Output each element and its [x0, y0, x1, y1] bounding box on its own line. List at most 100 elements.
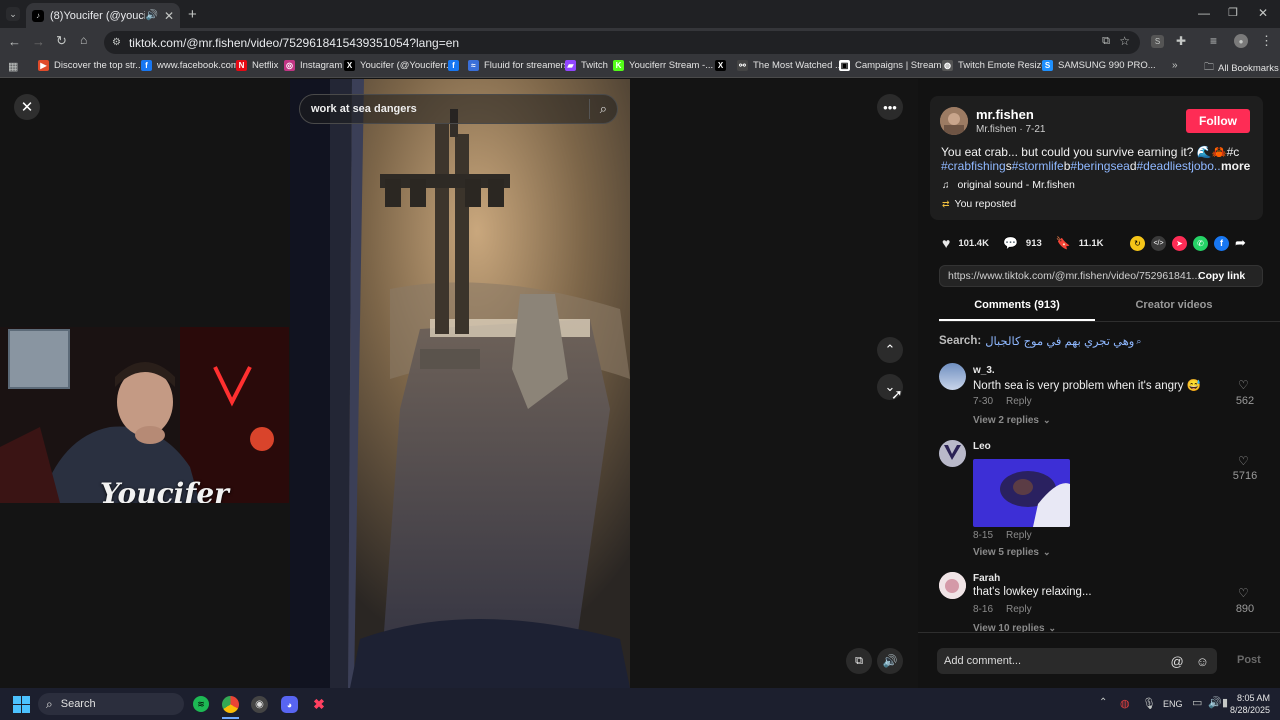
video-link-text[interactable]: https://www.tiktok.com/@mr.fishen/video/…	[948, 270, 1200, 282]
comment-reply-button[interactable]: Reply	[1006, 604, 1032, 615]
bookmark-item[interactable]: ▣ Campaigns | Stream...	[839, 60, 949, 71]
network-icon[interactable]: ▭	[1192, 696, 1202, 709]
tab-comments[interactable]: Comments (913)	[939, 299, 1095, 311]
comment-like-icon[interactable]: ♡	[1238, 378, 1249, 392]
reload-icon[interactable]: ↻	[56, 33, 67, 49]
previous-video-button[interactable]: ⌃	[877, 337, 903, 363]
back-icon[interactable]: ←	[8, 34, 21, 49]
browser-tab[interactable]: ♪ (8)Youcifer (@youcifer) | Ti 🔊 ✕	[26, 3, 180, 28]
author-username[interactable]: mr.fishen	[976, 107, 1034, 122]
comment-like-icon[interactable]: ♡	[1238, 586, 1249, 600]
tray-overflow-icon[interactable]: ⌃	[1099, 697, 1107, 708]
home-icon[interactable]: ⌂	[80, 33, 87, 47]
video-frame[interactable]	[290, 79, 630, 688]
comment-reply-button[interactable]: Reply	[1006, 530, 1032, 541]
tab-creator-videos[interactable]: Creator videos	[1096, 299, 1252, 311]
bookmark-icon[interactable]: 🔖	[1056, 236, 1071, 250]
hashtag-link[interactable]: #crabfishing	[941, 159, 1006, 173]
author-avatar[interactable]	[940, 107, 968, 135]
view-replies-button[interactable]: View 5 replies ⌄	[973, 547, 1051, 558]
facebook-icon[interactable]: f	[1214, 235, 1229, 251]
bookmark-item[interactable]: ◎ Instagram	[284, 60, 342, 71]
extensions-puzzle-icon[interactable]: ✚	[1176, 34, 1186, 48]
share-arrow-icon[interactable]: ➦	[1235, 235, 1246, 251]
address-bar[interactable]: ⚙ tiktok.com/@mr.fishen/video/7529618415…	[104, 31, 1140, 54]
like-heart-icon[interactable]: ♥	[942, 235, 950, 251]
more-options-button[interactable]: •••	[877, 94, 903, 120]
mention-at-icon[interactable]: @	[1171, 654, 1184, 669]
hashtag-link[interactable]: #beringsea	[1070, 159, 1129, 173]
bookmark-item[interactable]: N Netflix	[236, 60, 278, 71]
obs-icon[interactable]: ◉	[251, 696, 268, 713]
microphone-icon[interactable]: 🎙	[1142, 697, 1156, 710]
emoji-icon[interactable]: ☺	[1196, 654, 1209, 669]
url-text[interactable]: tiktok.com/@mr.fishen/video/752961841543…	[129, 36, 459, 50]
comment-image[interactable]	[973, 459, 1070, 527]
all-bookmarks-folder[interactable]: 🗀 All Bookmarks	[1204, 60, 1279, 77]
comment-like-icon[interactable]: ♡	[1238, 454, 1249, 468]
system-clock[interactable]: 8:05 AM 8/28/2025	[1226, 692, 1270, 716]
spotify-icon[interactable]: ≋	[193, 696, 209, 712]
volume-icon[interactable]: 🔊	[1208, 696, 1222, 709]
comment-author[interactable]: Leo	[973, 441, 991, 452]
apps-grid-icon[interactable]: ▦	[8, 60, 18, 73]
comment-author[interactable]: Farah	[973, 573, 1000, 584]
taskbar-search[interactable]: ⌕ Search	[38, 693, 184, 715]
language-indicator[interactable]: ENG	[1163, 699, 1183, 709]
embed-code-icon[interactable]: </>	[1151, 235, 1166, 251]
related-search-link[interactable]: Search: وهي تجري بهم في موج كالجبال ⌕	[939, 334, 1141, 348]
site-info-icon[interactable]: ⚙	[112, 37, 121, 48]
extension-s-icon[interactable]: S	[1151, 35, 1164, 48]
sound-link[interactable]: ♫ original sound - Mr.fishen	[942, 179, 1075, 191]
bookmark-item[interactable]: K Youciferr Stream -...	[613, 60, 713, 71]
app-x-icon[interactable]: ✖	[311, 696, 327, 712]
bookmark-item[interactable]: ▰ Twitch	[565, 60, 608, 71]
new-tab-icon[interactable]: +	[188, 6, 197, 23]
bookmark-item[interactable]: f www.facebook.com	[141, 60, 239, 71]
comment-bubble-icon[interactable]: 💬	[1003, 236, 1018, 250]
hashtag-link[interactable]: #deadliestjobo...	[1137, 159, 1222, 173]
bookmark-item[interactable]: X Youcifer (@Youciferr...	[344, 60, 454, 71]
bookmark-item[interactable]: f	[448, 60, 464, 71]
window-close-icon[interactable]: ✕	[1258, 6, 1268, 20]
video-search-box[interactable]: work at sea dangers ⌕	[299, 94, 618, 124]
whatsapp-icon[interactable]: ✆	[1193, 235, 1208, 251]
minimize-icon[interactable]: —	[1198, 6, 1210, 20]
commenter-avatar[interactable]	[939, 363, 966, 390]
commenter-avatar[interactable]	[939, 572, 966, 599]
install-app-icon[interactable]: ⧉	[1102, 35, 1110, 48]
bookmark-star-icon[interactable]: ☆	[1119, 34, 1130, 48]
tab-close-icon[interactable]: ✕	[164, 9, 174, 23]
commenter-avatar[interactable]	[939, 440, 966, 467]
bookmarks-overflow-icon[interactable]: »	[1172, 60, 1178, 71]
repost-share-icon[interactable]: ↻	[1130, 235, 1145, 251]
picture-in-picture-button[interactable]: ⧉	[846, 648, 872, 674]
search-icon[interactable]: ⌕	[600, 101, 607, 117]
speaker-icon[interactable]: 🔊	[145, 10, 157, 21]
restore-icon[interactable]: ❐	[1228, 6, 1238, 19]
volume-button[interactable]: 🔊	[877, 648, 903, 674]
bookmark-item[interactable]: ◍ Twitch Emote Resizer	[942, 60, 1050, 71]
comment-author[interactable]: w_3.	[973, 365, 995, 376]
bookmark-item[interactable]: ≈ Fluuid for streamers	[468, 60, 568, 71]
bookmark-item[interactable]: S SAMSUNG 990 PRO...	[1042, 60, 1156, 71]
profile-avatar-icon[interactable]: ●	[1234, 34, 1248, 48]
hashtag-link[interactable]: #stormlife	[1012, 159, 1064, 173]
send-to-friends-icon[interactable]: ➤	[1172, 235, 1187, 251]
discord-icon[interactable]: ◕	[281, 696, 298, 713]
related-search-query[interactable]: وهي تجري بهم في موج كالجبال	[985, 334, 1134, 348]
bookmark-item[interactable]: ⚯ The Most Watched ...	[737, 60, 843, 71]
close-video-button[interactable]: ✕	[14, 94, 40, 120]
tray-app-icon[interactable]: ◍	[1120, 697, 1130, 710]
media-controls-icon[interactable]: ≡	[1210, 34, 1217, 48]
tab-list-icon[interactable]: ⌄	[6, 7, 20, 21]
bookmark-item[interactable]: ▶ Discover the top str...	[38, 60, 143, 71]
view-replies-button[interactable]: View 2 replies ⌄	[973, 415, 1051, 426]
video-search-input[interactable]: work at sea dangers	[311, 103, 589, 115]
post-comment-button[interactable]: Post	[1237, 654, 1261, 666]
comment-reply-button[interactable]: Reply	[1006, 396, 1032, 407]
copy-link-button[interactable]: Copy link	[1198, 270, 1245, 282]
video-player[interactable]: work at sea dangers ⌕ ✕ ••• ⌃ ⌄ ➚ ⧉ 🔊 Yo…	[0, 79, 918, 688]
windows-start-icon[interactable]	[13, 696, 30, 713]
chrome-icon[interactable]	[222, 696, 239, 713]
